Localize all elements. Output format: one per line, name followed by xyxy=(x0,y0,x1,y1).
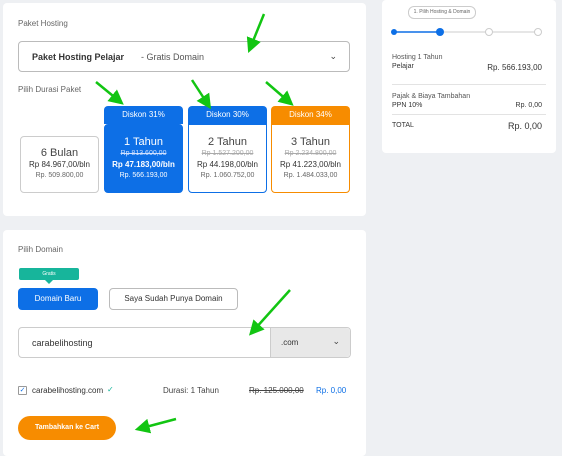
chevron-down-icon: ⌄ xyxy=(329,51,337,61)
domain-input[interactable]: carabelihosting xyxy=(32,338,93,348)
summary-divider xyxy=(392,84,546,85)
result-duration: Durasi: 1 Tahun xyxy=(163,386,219,395)
package-suffix: - Gratis Domain xyxy=(141,52,205,62)
step-dot-active xyxy=(436,28,444,36)
step-dot-3 xyxy=(485,28,493,36)
domain-section-label: Pilih Domain xyxy=(18,245,63,254)
own-domain-button[interactable]: Saya Sudah Punya Domain xyxy=(109,288,238,310)
duration-strike-price: Rp 1.527.200,00 xyxy=(201,150,254,157)
domain-checkbox[interactable]: ✓ xyxy=(18,386,27,395)
package-name: Paket Hosting Pelajar xyxy=(32,52,125,62)
available-check-icon: ✓ xyxy=(107,385,114,394)
result-old-price: Rp. 125.000,00 xyxy=(249,386,304,395)
hosting-section-label: Paket Hosting xyxy=(18,19,68,28)
free-badge-text: Gratis xyxy=(42,271,56,277)
duration-6-bulan[interactable]: 6 Bulan Rp 84.967,00/bln Rp. 509.800,00 xyxy=(20,136,99,193)
tax-label: PPN 10% xyxy=(392,102,423,109)
discount-badge-2-tahun: Diskon 30% xyxy=(188,106,267,124)
free-badge: Gratis xyxy=(19,268,79,284)
duration-total: Rp. 566.193,00 xyxy=(119,172,168,179)
duration-2-tahun[interactable]: 2 Tahun Rp 1.527.200,00 Rp 44.198,00/bln… xyxy=(188,124,267,193)
add-to-cart-button[interactable]: Tambahkan ke Cart xyxy=(18,416,116,440)
hosting-card: Paket Hosting Paket Hosting Pelajar - Gr… xyxy=(3,3,366,216)
duration-title: 6 Bulan xyxy=(40,147,79,159)
duration-title: 2 Tahun xyxy=(208,136,247,148)
total-label: TOTAL xyxy=(392,122,414,129)
tax-value: Rp. 0,00 xyxy=(515,102,542,109)
tld-value: .com xyxy=(281,338,299,347)
badge-pointer xyxy=(45,280,53,284)
summary-divider xyxy=(392,114,546,115)
tld-select[interactable]: .com ⌄ xyxy=(270,328,350,357)
chevron-down-icon: ⌄ xyxy=(332,336,340,346)
duration-1-tahun[interactable]: 1 Tahun Rp 813.600,00 Rp 47.183,00/bln R… xyxy=(104,124,183,193)
duration-strike-price: Rp 2.234.800,00 xyxy=(284,150,337,157)
order-summary-card: 1. Pilih Hosting & Domain Hosting 1 Tahu… xyxy=(382,0,556,153)
hosting-duration-label: Hosting 1 Tahun xyxy=(392,54,443,61)
new-domain-button[interactable]: Domain Baru xyxy=(18,288,98,310)
step-dot-1 xyxy=(391,29,397,35)
duration-3-tahun[interactable]: 3 Tahun Rp 2.234.800,00 Rp 41.223,00/bln… xyxy=(271,124,350,193)
duration-label: Pilih Durasi Paket xyxy=(18,85,82,94)
total-value: Rp. 0,00 xyxy=(507,121,542,131)
result-price: Rp. 0,00 xyxy=(316,386,347,395)
domain-input-field[interactable]: carabelihosting .com ⌄ xyxy=(18,327,351,358)
step-progress xyxy=(391,28,542,36)
duration-title: 3 Tahun xyxy=(291,136,330,148)
result-domain: carabelihosting.com xyxy=(32,386,104,395)
duration-total: Rp. 1.060.752,00 xyxy=(200,172,255,179)
duration-strike-price: Rp 813.600,00 xyxy=(120,150,167,157)
duration-monthly: Rp 84.967,00/bln xyxy=(29,160,90,169)
duration-monthly: Rp 44.198,00/bln xyxy=(197,160,258,169)
discount-badge-3-tahun: Diskon 34% xyxy=(271,106,350,124)
duration-monthly: Rp 47.183,00/bln xyxy=(112,160,175,169)
package-select[interactable]: Paket Hosting Pelajar - Gratis Domain ⌄ xyxy=(18,41,350,72)
tax-title: Pajak & Biaya Tambahan xyxy=(392,93,471,100)
discount-badge-1-tahun: Diskon 31% xyxy=(104,106,183,124)
duration-total: Rp. 509.800,00 xyxy=(35,172,84,179)
hosting-plan-label: Pelajar xyxy=(392,63,414,70)
duration-monthly: Rp 41.223,00/bln xyxy=(280,160,341,169)
step-tooltip: 1. Pilih Hosting & Domain xyxy=(408,6,476,19)
domain-card: Pilih Domain Gratis Domain Baru Saya Sud… xyxy=(3,230,366,456)
step-dot-4 xyxy=(534,28,542,36)
hosting-price: Rp. 566.193,00 xyxy=(487,63,542,72)
duration-total: Rp. 1.484.033,00 xyxy=(283,172,338,179)
duration-title: 1 Tahun xyxy=(124,136,163,148)
